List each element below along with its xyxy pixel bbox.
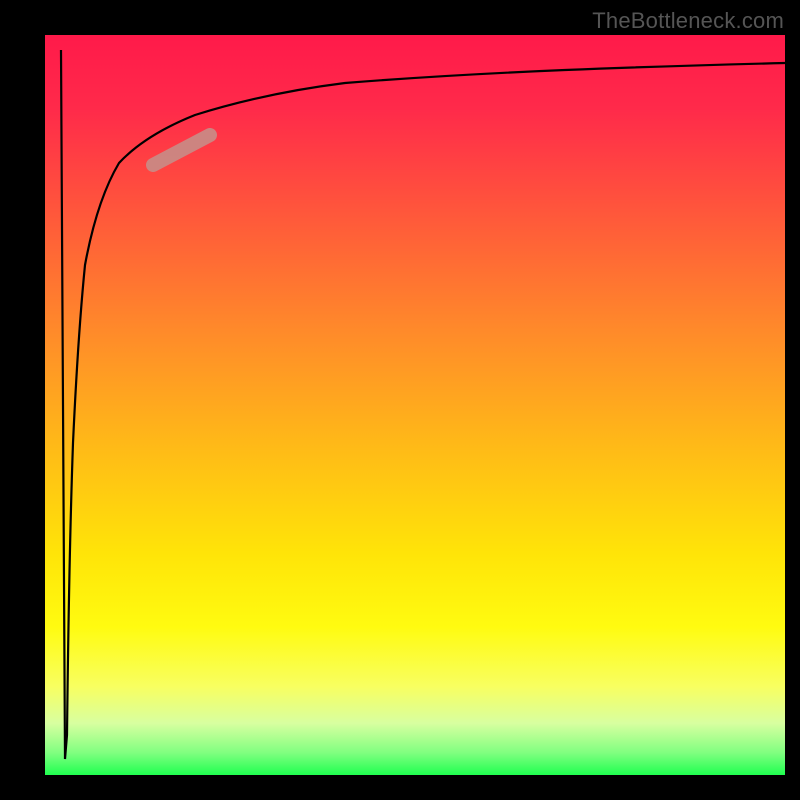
chart-svg — [45, 35, 785, 775]
watermark-text: TheBottleneck.com — [592, 8, 784, 34]
highlight-pill — [153, 135, 210, 165]
